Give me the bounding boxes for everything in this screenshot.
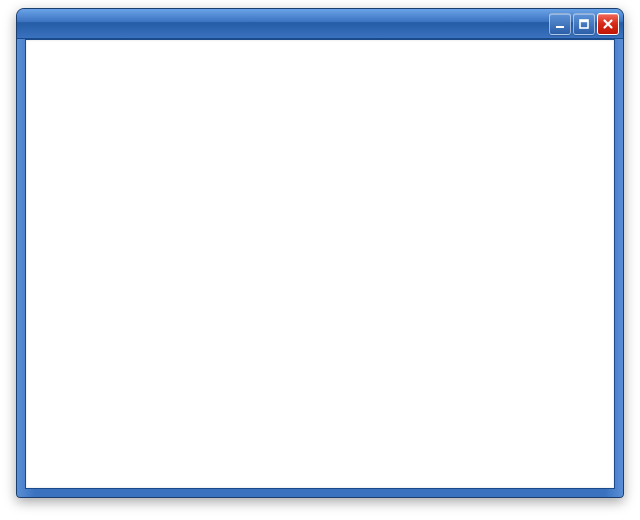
maximize-button[interactable] (573, 13, 595, 35)
application-window (16, 8, 624, 498)
window-frame-body (17, 39, 623, 497)
window-controls (549, 13, 619, 35)
maximize-icon (578, 18, 590, 30)
content-area (25, 39, 615, 489)
close-icon (602, 18, 614, 30)
minimize-button[interactable] (549, 13, 571, 35)
close-button[interactable] (597, 13, 619, 35)
minimize-icon (554, 18, 566, 30)
titlebar[interactable] (17, 9, 623, 39)
